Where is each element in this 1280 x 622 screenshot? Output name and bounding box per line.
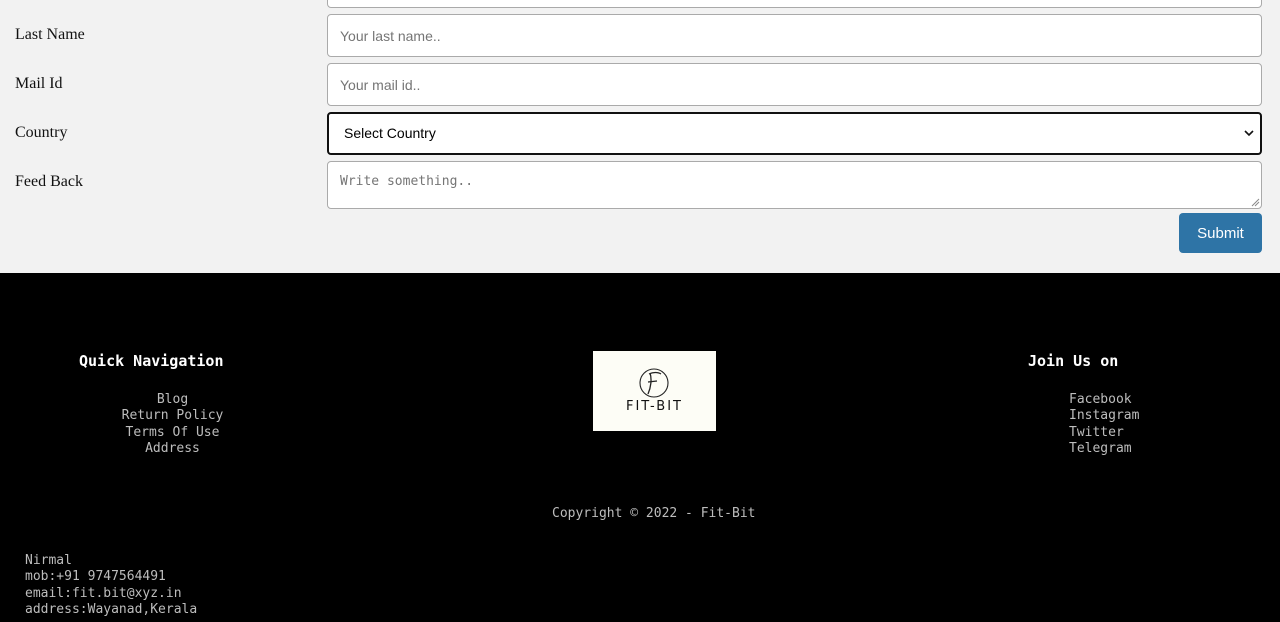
feedback-label: Feed Back bbox=[15, 173, 83, 190]
fitbit-logo[interactable]: FIT-BIT bbox=[593, 351, 716, 431]
nav-link-address[interactable]: Address bbox=[100, 441, 245, 457]
country-select[interactable]: Select Country bbox=[327, 112, 1262, 155]
social-link-telegram[interactable]: Telegram bbox=[1069, 441, 1139, 457]
first-name-input[interactable] bbox=[327, 0, 1262, 8]
contact-email: email:fit.bit@xyz.in bbox=[25, 585, 182, 601]
feedback-textarea[interactable] bbox=[327, 161, 1262, 209]
feedback-form: Last Name Mail Id Country Select Country… bbox=[0, 0, 1280, 273]
contact-mobile: mob:+91 9747564491 bbox=[25, 569, 166, 585]
social-link-twitter[interactable]: Twitter bbox=[1069, 425, 1139, 441]
nav-link-terms-of-use[interactable]: Terms Of Use bbox=[100, 425, 245, 441]
resize-grip-icon[interactable] bbox=[1250, 197, 1260, 207]
social-link-facebook[interactable]: Facebook bbox=[1069, 392, 1139, 408]
last-name-input[interactable] bbox=[327, 14, 1262, 57]
contact-info: Nirmal mob:+91 9747564491 email:fit.bit@… bbox=[25, 553, 197, 618]
join-us-heading: Join Us on bbox=[1028, 352, 1119, 370]
nav-link-return-policy[interactable]: Return Policy bbox=[100, 408, 245, 424]
country-select-value: Select Country bbox=[344, 125, 436, 141]
quick-navigation-heading: Quick Navigation bbox=[79, 352, 224, 370]
submit-button[interactable]: Submit bbox=[1179, 213, 1262, 253]
mail-input[interactable] bbox=[327, 63, 1262, 106]
social-link-instagram[interactable]: Instagram bbox=[1069, 408, 1139, 424]
mail-label: Mail Id bbox=[15, 75, 63, 92]
copyright-text: Copyright © 2022 - Fit-Bit bbox=[552, 506, 756, 521]
quick-navigation-list: Blog Return Policy Terms Of Use Address bbox=[100, 392, 245, 457]
nav-link-blog[interactable]: Blog bbox=[100, 392, 245, 408]
fitbit-logo-mark-icon bbox=[639, 368, 669, 398]
country-label: Country bbox=[15, 124, 68, 141]
contact-name: Nirmal bbox=[25, 553, 72, 568]
footer: Quick Navigation Blog Return Policy Term… bbox=[0, 273, 1280, 622]
social-links-list: Facebook Instagram Twitter Telegram bbox=[1069, 392, 1139, 457]
logo-wordmark: FIT-BIT bbox=[626, 399, 683, 414]
contact-address: address:Wayanad,Kerala bbox=[25, 601, 198, 617]
chevron-down-icon bbox=[1244, 130, 1254, 137]
last-name-label: Last Name bbox=[15, 26, 85, 43]
